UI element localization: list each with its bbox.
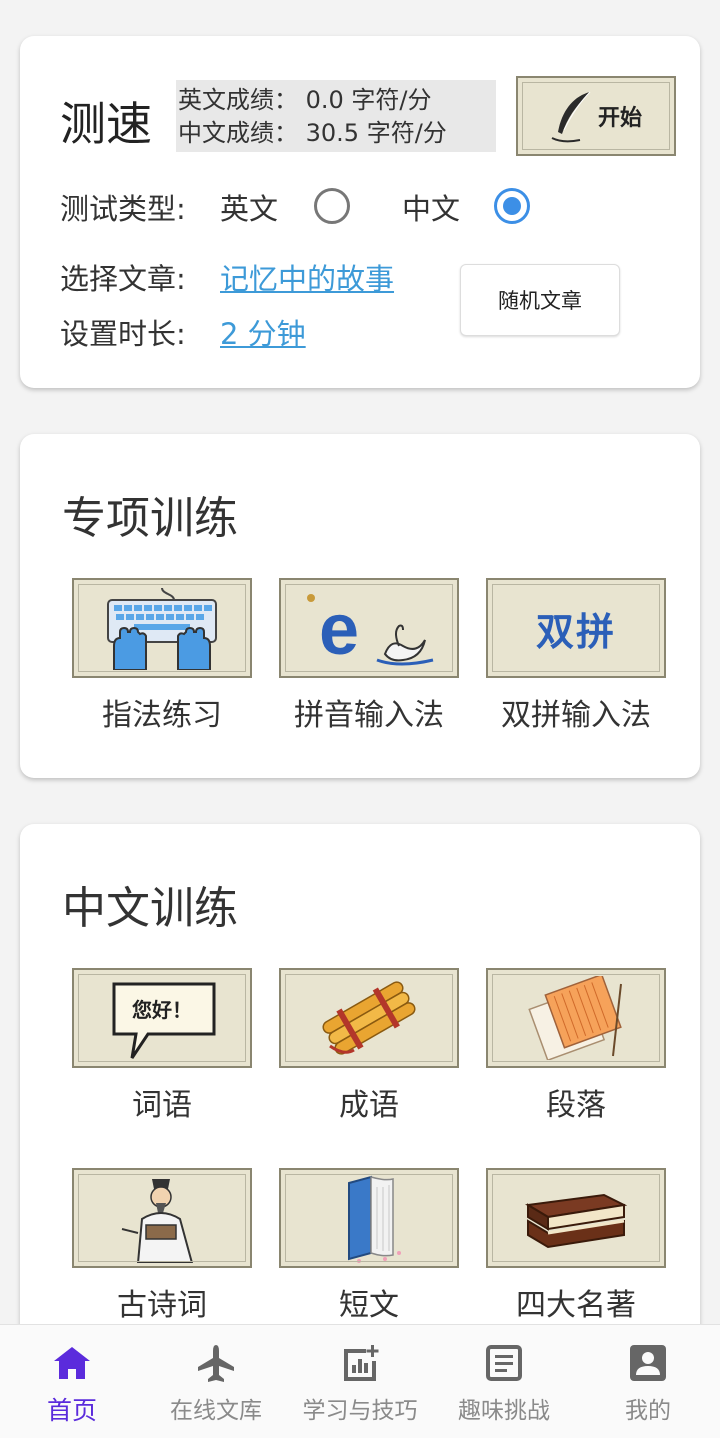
nav-fun-challenge[interactable]: 趣味挑战: [432, 1325, 576, 1438]
tile-fingering[interactable]: 指法练习: [72, 578, 252, 734]
tile-label: 拼音输入法: [294, 698, 444, 733]
tile-poetry[interactable]: 古诗词: [72, 1168, 252, 1324]
special-training-card: 专项训练 指法练习 e 拼音输入法 双拼 双拼输入法: [20, 434, 700, 778]
english-score: 英文成绩： 0.0 字符/分: [178, 86, 432, 114]
option-chinese-label[interactable]: 中文: [402, 186, 460, 228]
test-type-label: 测试类型:: [60, 192, 186, 226]
speech-bubble-text: 您好！: [132, 997, 192, 1022]
nav-label: 首页: [46, 1396, 97, 1425]
chinese-training-card: 中文训练 您好！ 词语 成语 段落 古诗词 短文 四大名著: [20, 824, 700, 1344]
start-button-label: 开始: [597, 106, 642, 131]
tile-label: 四大名著: [516, 1288, 636, 1323]
bottom-navigation: 首页 在线文库 学习与技巧 趣味挑战 我的: [0, 1324, 720, 1438]
option-english-label[interactable]: 英文: [220, 186, 278, 228]
tile-label: 段落: [546, 1088, 606, 1123]
tile-label: 短文: [339, 1288, 399, 1323]
nav-home[interactable]: 首页: [0, 1325, 144, 1438]
score-box: 英文成绩： 0.0 字符/分 中文成绩： 30.5 字符/分: [176, 80, 496, 152]
nav-label: 学习与技巧: [302, 1398, 418, 1424]
article-link[interactable]: 记忆中的故事: [220, 256, 394, 298]
speed-test-card: 测速 英文成绩： 0.0 字符/分 中文成绩： 30.5 字符/分 开始 测试类…: [20, 36, 700, 388]
book-stack-icon: [525, 1193, 628, 1249]
duration-label: 设置时长:: [60, 317, 186, 351]
chinese-score: 中文成绩： 30.5 字符/分: [178, 119, 447, 147]
radio-chinese[interactable]: [494, 188, 530, 224]
special-training-title: 专项训练: [62, 493, 238, 544]
tile-idioms[interactable]: 成语: [279, 968, 459, 1124]
bamboo-scroll-icon: [322, 981, 416, 1055]
tile-label: 词语: [132, 1088, 192, 1123]
chinese-training-title: 中文训练: [62, 883, 238, 934]
shuangpin-icon: 双拼: [535, 609, 616, 654]
random-article-button[interactable]: 随机文章: [460, 264, 620, 336]
open-book-icon: [348, 1175, 401, 1263]
quill-icon: [551, 91, 591, 143]
tile-label: 双拼输入法: [501, 698, 651, 733]
duration-link[interactable]: 2 分钟: [220, 311, 306, 353]
nav-learning-tips[interactable]: 学习与技巧: [288, 1325, 432, 1438]
airplane-icon: [198, 1345, 234, 1382]
paper-pages-icon: [528, 976, 622, 1060]
tile-pinyin[interactable]: e 拼音输入法: [279, 578, 459, 734]
choose-article-label: 选择文章:: [60, 262, 186, 296]
scholar-icon: [121, 1179, 194, 1263]
keyboard-hands-icon: [107, 587, 217, 670]
tile-short-text[interactable]: 短文: [279, 1168, 459, 1324]
nav-label: 我的: [625, 1398, 671, 1424]
tile-words[interactable]: 您好！ 词语: [72, 968, 252, 1124]
chart-plus-icon: [344, 1345, 379, 1381]
pinyin-e-swan-icon: e: [307, 590, 434, 668]
tile-label: 指法练习: [102, 698, 222, 733]
svg-text:e: e: [319, 590, 359, 668]
tile-label: 成语: [339, 1088, 399, 1123]
tile-label: 古诗词: [117, 1288, 207, 1323]
start-button[interactable]: 开始: [516, 76, 676, 156]
speed-test-title: 测速: [60, 97, 152, 151]
tile-classics[interactable]: 四大名著: [486, 1168, 666, 1324]
nav-online-library[interactable]: 在线文库: [144, 1325, 288, 1438]
nav-profile[interactable]: 我的: [576, 1325, 720, 1438]
profile-icon: [630, 1345, 666, 1381]
home-icon: [54, 1347, 90, 1379]
nav-label: 趣味挑战: [458, 1398, 550, 1424]
nav-label: 在线文库: [170, 1398, 262, 1424]
radio-english[interactable]: [314, 188, 350, 224]
document-icon: [486, 1345, 522, 1381]
tile-paragraph[interactable]: 段落: [486, 968, 666, 1124]
tile-shuangpin[interactable]: 双拼 双拼输入法: [486, 578, 666, 734]
